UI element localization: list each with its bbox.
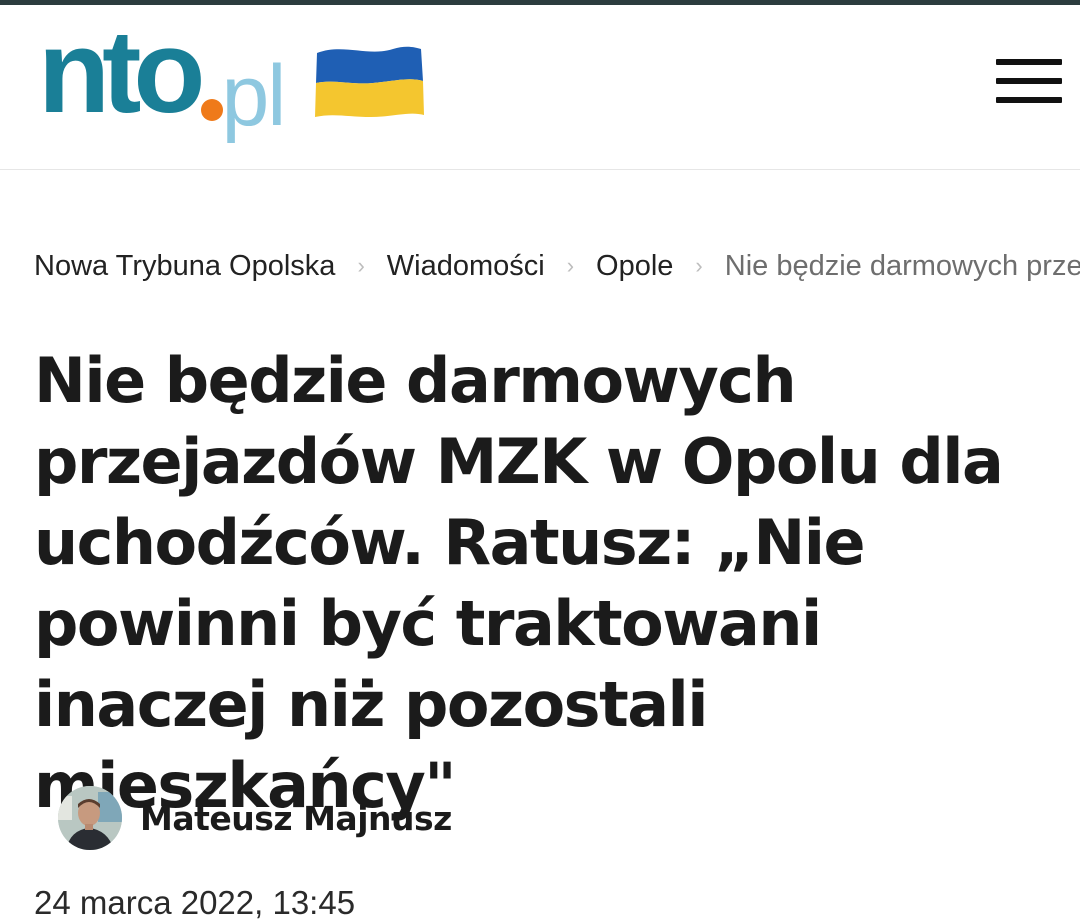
menu-bar xyxy=(996,59,1062,65)
breadcrumb-separator-icon: › xyxy=(357,253,365,278)
site-header: nto pl xyxy=(0,5,1080,170)
site-logo[interactable]: nto pl xyxy=(38,6,286,153)
hamburger-menu-icon[interactable] xyxy=(996,57,1064,111)
author-name[interactable]: Mateusz Majnusz xyxy=(140,799,452,838)
breadcrumb-item-current: Nie będzie darmowych przejazdów MZK w Op… xyxy=(724,249,1080,282)
breadcrumb-item-news[interactable]: Wiadomości xyxy=(387,250,545,283)
author-photo-icon xyxy=(58,786,122,850)
breadcrumb-separator-icon: › xyxy=(566,253,575,278)
breadcrumb: Nowa Trybuna Opolska › Wiadomości › Opol… xyxy=(34,246,1080,286)
logo-dot xyxy=(201,99,224,121)
menu-bar xyxy=(996,78,1062,84)
publish-date: 24 marca 2022, 13:45 xyxy=(34,884,356,921)
avatar[interactable] xyxy=(58,786,122,850)
breadcrumb-item-opole[interactable]: Opole xyxy=(596,250,673,283)
breadcrumb-item-home[interactable]: Nowa Trybuna Opolska xyxy=(34,250,335,283)
ukraine-flag-icon xyxy=(315,46,424,117)
author-byline[interactable]: Mateusz Majnusz xyxy=(58,786,452,850)
menu-bar xyxy=(996,97,1062,103)
article-title: Nie będzie darmowych przejazdów MZK w Op… xyxy=(34,344,1004,822)
logo-main-text: nto xyxy=(38,6,205,138)
breadcrumb-separator-icon: › xyxy=(695,253,703,278)
logo-tld-text: pl xyxy=(221,48,286,144)
